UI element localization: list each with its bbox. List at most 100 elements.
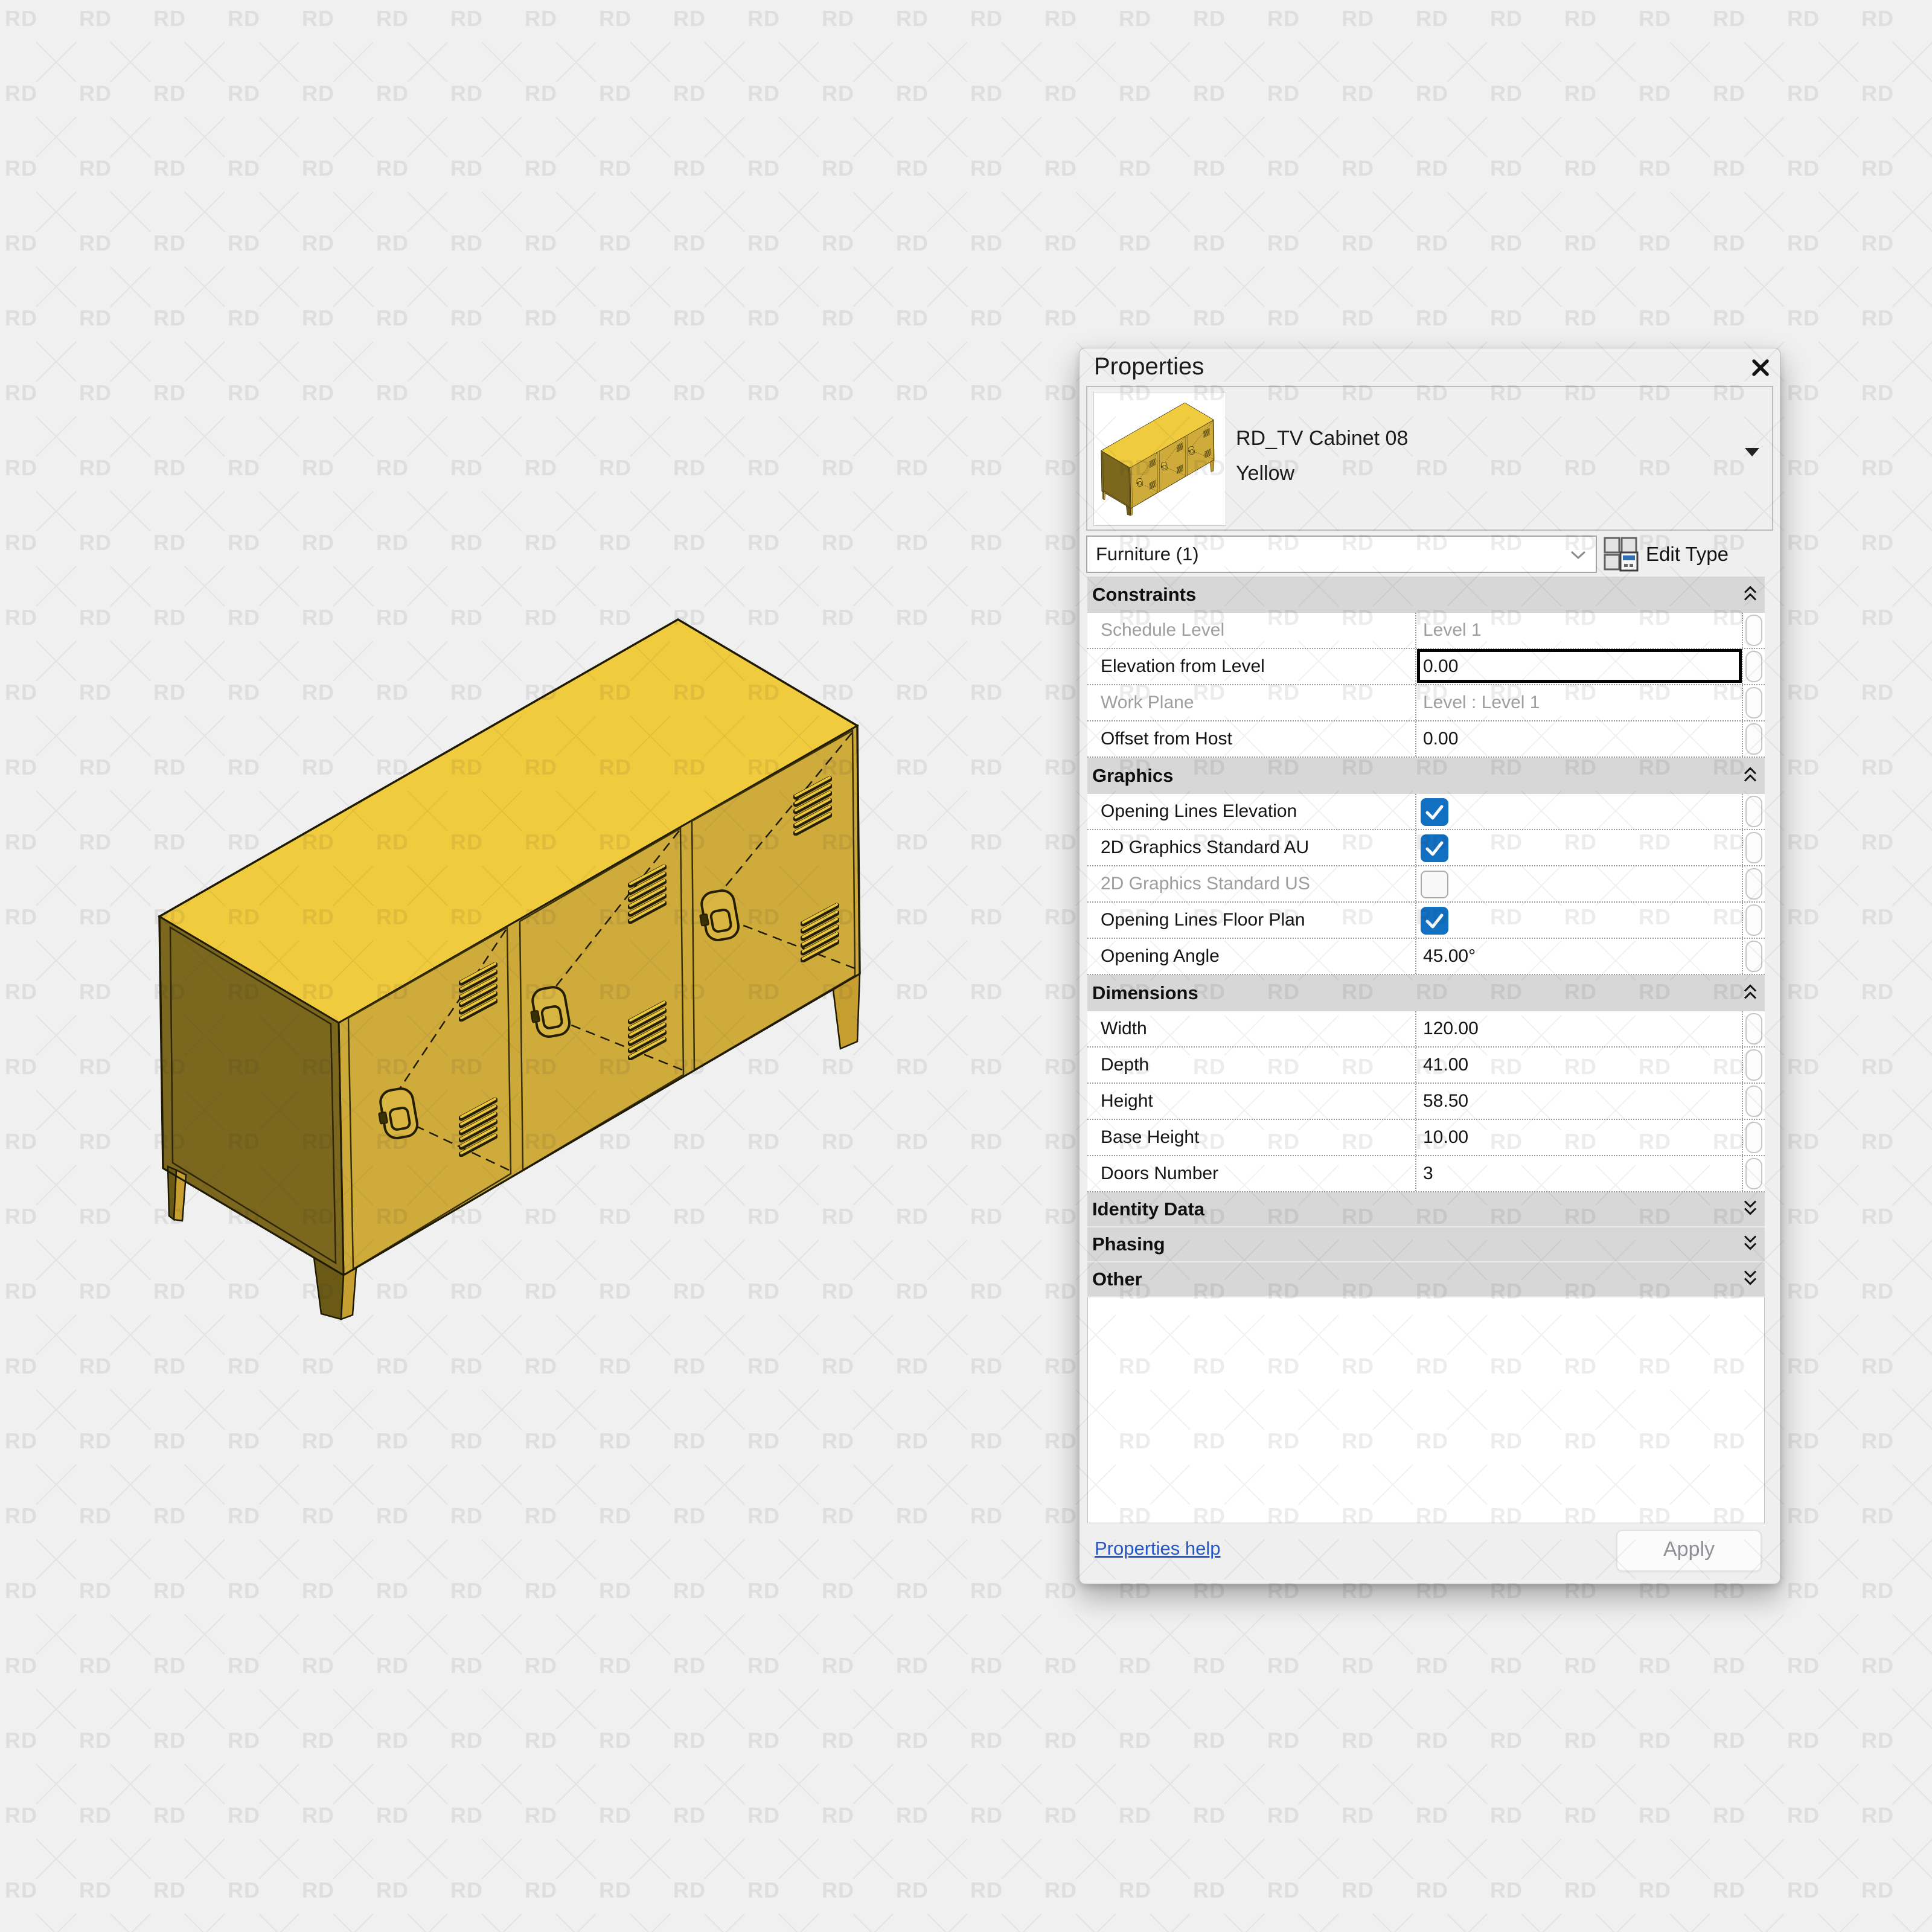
property-value[interactable]: Level 1 xyxy=(1423,620,1482,641)
checkbox-checked[interactable] xyxy=(1421,834,1448,862)
watermark-x-icon xyxy=(182,1687,227,1732)
associate-parameter-button[interactable] xyxy=(1745,904,1762,936)
associate-parameter-button[interactable] xyxy=(1745,1158,1762,1189)
watermark-text: RD xyxy=(1044,305,1077,331)
section-header-graphics[interactable]: Graphics xyxy=(1087,758,1765,794)
watermark-x-icon xyxy=(1519,115,1564,159)
watermark-text: RD xyxy=(822,1878,854,1903)
expand-chevron-icon[interactable] xyxy=(1743,1235,1758,1255)
watermark-text: RD xyxy=(376,380,409,406)
property-value[interactable]: 45.00° xyxy=(1423,946,1476,967)
watermark-text: RD xyxy=(79,1054,112,1080)
property-value[interactable]: Level : Level 1 xyxy=(1423,693,1540,713)
collapse-chevron-icon[interactable] xyxy=(1743,766,1758,786)
property-value[interactable]: 58.50 xyxy=(1423,1091,1468,1112)
watermark-text: RD xyxy=(1787,755,1820,780)
associate-parameter-button[interactable] xyxy=(1745,1122,1762,1153)
watermark-x-icon xyxy=(1445,190,1489,234)
watermark-x-icon xyxy=(1816,414,1861,459)
watermark-text: RD xyxy=(1787,1428,1820,1454)
apply-button[interactable]: Apply xyxy=(1616,1530,1762,1572)
element-filter-select[interactable]: Furniture (1) xyxy=(1086,536,1597,573)
watermark-text: RD xyxy=(1490,156,1523,181)
column-separator xyxy=(1742,830,1743,865)
associate-parameter-button[interactable] xyxy=(1745,651,1762,682)
associate-parameter-button[interactable] xyxy=(1745,796,1762,827)
watermark-text: RD xyxy=(5,1803,37,1828)
associate-parameter-button[interactable] xyxy=(1745,1086,1762,1117)
watermark-x-icon xyxy=(1890,1462,1932,1507)
watermark-x-icon xyxy=(108,190,153,234)
property-value[interactable]: 41.00 xyxy=(1423,1055,1468,1075)
properties-help-link[interactable]: Properties help xyxy=(1095,1538,1221,1559)
property-label: Offset from Host xyxy=(1101,729,1232,749)
section-header-phasing[interactable]: Phasing xyxy=(1087,1227,1765,1262)
watermark-text: RD xyxy=(376,1728,409,1753)
watermark-text: RD xyxy=(896,1354,929,1379)
watermark-text: RD xyxy=(1119,1878,1151,1903)
close-button[interactable] xyxy=(1748,356,1773,380)
watermark-x-icon xyxy=(34,1088,78,1133)
column-separator xyxy=(1415,794,1416,829)
watermark-text: RD xyxy=(673,530,706,555)
watermark-x-icon xyxy=(999,489,1044,534)
watermark-x-icon xyxy=(1816,1837,1861,1881)
watermark-x-icon xyxy=(479,489,524,534)
type-dropdown-caret-icon[interactable] xyxy=(1744,447,1760,457)
collapse-chevron-icon[interactable] xyxy=(1743,585,1758,605)
expand-chevron-icon[interactable] xyxy=(1743,1200,1758,1220)
watermark-text: RD xyxy=(1416,1878,1448,1903)
associate-parameter-button[interactable] xyxy=(1745,723,1762,755)
edit-type-button[interactable]: Edit Type xyxy=(1602,536,1774,573)
watermark-text: RD xyxy=(1342,1803,1374,1828)
watermark-x-icon xyxy=(554,1911,598,1932)
watermark-x-icon xyxy=(257,339,301,384)
watermark-x-icon xyxy=(108,1687,153,1732)
watermark-x-icon xyxy=(1148,264,1192,309)
watermark-text: RD xyxy=(1639,1878,1671,1903)
watermark-text: RD xyxy=(896,6,929,31)
watermark-text: RD xyxy=(1861,81,1894,106)
watermark-text: RD xyxy=(896,1204,929,1229)
watermark-x-icon xyxy=(776,1387,821,1432)
property-label: Work Plane xyxy=(1101,693,1194,713)
associate-parameter-button[interactable] xyxy=(1745,687,1762,718)
expand-chevron-icon[interactable] xyxy=(1743,1270,1758,1290)
checkbox-checked[interactable] xyxy=(1421,907,1448,935)
checkbox-unchecked[interactable] xyxy=(1421,871,1448,898)
section-header-constraints[interactable]: Constraints xyxy=(1087,577,1765,613)
watermark-x-icon xyxy=(1222,1837,1267,1881)
watermark-text: RD xyxy=(896,904,929,930)
associate-parameter-button[interactable] xyxy=(1745,615,1762,646)
watermark-text: RD xyxy=(302,81,334,106)
edit-type-icon xyxy=(1604,537,1639,572)
watermark-text: RD xyxy=(376,6,409,31)
watermark-x-icon xyxy=(925,1387,970,1432)
watermark-x-icon xyxy=(1816,489,1861,534)
property-value[interactable]: 3 xyxy=(1423,1163,1433,1184)
watermark-x-icon xyxy=(628,1687,673,1732)
property-value[interactable]: 120.00 xyxy=(1423,1019,1479,1039)
associate-parameter-button[interactable] xyxy=(1745,1013,1762,1044)
watermark-x-icon xyxy=(1890,863,1932,908)
watermark-x-icon xyxy=(405,190,450,234)
collapse-chevron-icon[interactable] xyxy=(1743,984,1758,1003)
section-header-identity-data[interactable]: Identity Data xyxy=(1087,1192,1765,1227)
watermark-text: RD xyxy=(302,1578,334,1604)
watermark-text: RD xyxy=(79,1204,112,1229)
associate-parameter-button[interactable] xyxy=(1745,832,1762,863)
checkbox-checked[interactable] xyxy=(1421,798,1448,826)
property-value[interactable]: 10.00 xyxy=(1423,1127,1468,1148)
property-value[interactable]: 0.00 xyxy=(1423,656,1458,677)
watermark-text: RD xyxy=(228,81,260,106)
associate-parameter-button[interactable] xyxy=(1745,1049,1762,1081)
associate-parameter-button[interactable] xyxy=(1745,941,1762,972)
section-header-other[interactable]: Other xyxy=(1087,1262,1765,1297)
section-header-dimensions[interactable]: Dimensions xyxy=(1087,975,1765,1011)
watermark-x-icon xyxy=(1296,1837,1341,1881)
type-preview[interactable]: RD_TV Cabinet 08 Yellow xyxy=(1086,386,1773,531)
watermark-text: RD xyxy=(599,380,632,406)
property-value[interactable]: 0.00 xyxy=(1423,729,1458,749)
associate-parameter-button[interactable] xyxy=(1745,868,1762,900)
column-separator xyxy=(1415,903,1416,938)
